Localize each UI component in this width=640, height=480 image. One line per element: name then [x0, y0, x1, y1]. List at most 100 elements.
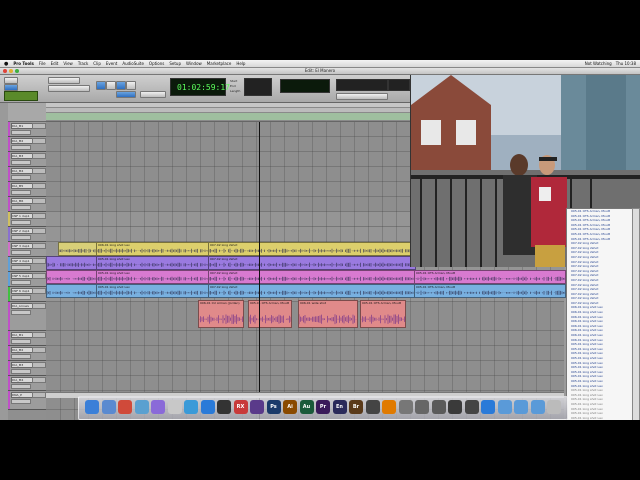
- track-name[interactable]: DNA_P: [11, 392, 33, 398]
- track-mute-solo-buttons[interactable]: [32, 138, 46, 144]
- track-mute-solo-buttons[interactable]: [32, 183, 46, 189]
- menu-window[interactable]: Window: [186, 61, 202, 66]
- clip-purple-a[interactable]: 005-01 long shot Lav: [96, 256, 210, 270]
- slip-mode-button[interactable]: [4, 84, 18, 91]
- track-name[interactable]: DIA_M1: [11, 123, 33, 129]
- preview-icon[interactable]: [134, 400, 149, 414]
- track-mute-solo-buttons[interactable]: [32, 198, 46, 204]
- track-header[interactable]: CNF 5 dup1: [8, 272, 46, 287]
- safari-icon[interactable]: [184, 400, 198, 414]
- track-playlist-selector[interactable]: [11, 190, 31, 195]
- edit-mode-buttons[interactable]: [116, 91, 136, 98]
- track-header[interactable]: DIA_M3: [8, 361, 46, 376]
- track-header[interactable]: DIA_M1: [8, 122, 46, 137]
- clip-pink-c[interactable]: 005-01 OTS Arman, Moutt: [414, 270, 566, 284]
- track-mute-solo-buttons[interactable]: [32, 347, 46, 353]
- zoom-window-icon[interactable]: [15, 69, 19, 73]
- track-playlist-selector[interactable]: [11, 354, 31, 359]
- disk-icon[interactable]: [431, 400, 446, 414]
- track-name[interactable]: DIA_M4: [11, 377, 33, 383]
- clip-red-a[interactable]: 006-01 CU Arman (Jordan): [198, 300, 244, 328]
- menu-view[interactable]: View: [63, 61, 73, 66]
- track-playlist-selector[interactable]: [11, 220, 31, 225]
- folder-icon-2[interactable]: [514, 400, 528, 414]
- trash-icon[interactable]: [547, 400, 561, 414]
- track-playlist-selector[interactable]: [11, 310, 31, 315]
- track-header[interactable]: DIA_M3: [8, 152, 46, 167]
- folder-icon-3[interactable]: [530, 400, 545, 414]
- track-playlist-selector[interactable]: [11, 130, 31, 135]
- track-playlist-selector[interactable]: [11, 339, 31, 344]
- main-counter[interactable]: 01:02:59:17: [170, 78, 230, 96]
- clip-list[interactable]: 005-01 OTS Arman, Moutt 005-01 OTS Arman,…: [566, 208, 634, 420]
- track-header[interactable]: CNF 1 dup1: [8, 212, 46, 227]
- mail-icon[interactable]: [101, 400, 116, 414]
- clip-blue-c[interactable]: 005-01 OTS Arman, Moutt: [414, 284, 566, 298]
- audition-icon[interactable]: Au: [299, 400, 314, 414]
- track-name[interactable]: DIA_M3: [11, 153, 33, 159]
- track-lane[interactable]: [46, 361, 564, 376]
- track-mute-solo-buttons[interactable]: [32, 273, 46, 279]
- track-header[interactable]: DIA_M1: [8, 331, 46, 346]
- camera-icon[interactable]: [448, 400, 462, 414]
- track-playlist-selector[interactable]: [11, 235, 31, 240]
- track-playlist-selector[interactable]: [11, 399, 31, 404]
- scanner-icon[interactable]: [415, 400, 429, 414]
- track-playlist-selector[interactable]: [11, 250, 31, 255]
- tool-buttons-row[interactable]: [140, 91, 166, 98]
- track-header[interactable]: DIA_M4: [8, 376, 46, 391]
- close-window-icon[interactable]: [3, 69, 7, 73]
- clip-yellow-b[interactable]: 007-02 long 2shot: [208, 242, 416, 256]
- menu-help[interactable]: Help: [236, 61, 245, 66]
- track-name[interactable]: DIA_Arrows: [11, 303, 33, 309]
- clip-yellow-a[interactable]: 006-01 long shot Lav: [96, 242, 210, 256]
- sub-counter[interactable]: [280, 79, 330, 93]
- track-mute-solo-buttons[interactable]: [32, 332, 46, 338]
- track-header[interactable]: CNF 4 dup1: [8, 257, 46, 272]
- track-name[interactable]: DIA_M1: [11, 332, 33, 338]
- clip-ruler[interactable]: [46, 113, 410, 121]
- menu-options[interactable]: Options: [149, 61, 164, 66]
- itunes-icon[interactable]: [151, 400, 165, 414]
- selector-tool-icon[interactable]: [106, 81, 116, 90]
- globe-icon[interactable]: [481, 400, 495, 414]
- clip-pink-b[interactable]: 007-02 long 2shot: [208, 270, 416, 284]
- track-playlist-selector[interactable]: [11, 384, 31, 389]
- track-header[interactable]: DIA_M6: [8, 197, 46, 212]
- menu-file[interactable]: File: [39, 61, 46, 66]
- status-text[interactable]: Not Watching: [585, 61, 612, 66]
- appstore-icon[interactable]: [200, 400, 215, 414]
- track-mute-solo-buttons[interactable]: [32, 288, 46, 294]
- menu-clip[interactable]: Clip: [93, 61, 101, 66]
- zoom-preset-buttons[interactable]: [48, 85, 90, 92]
- track-mute-solo-buttons[interactable]: [32, 123, 46, 129]
- protools-icon[interactable]: [217, 400, 231, 414]
- edit-window-titlebar[interactable]: Edit: El Manero: [0, 68, 640, 75]
- menu-edit[interactable]: Edit: [51, 61, 59, 66]
- track-header[interactable]: DIA_M2: [8, 346, 46, 361]
- track-header[interactable]: DIA_M2: [8, 137, 46, 152]
- track-name[interactable]: CNF 4 dup1: [11, 258, 33, 264]
- track-name[interactable]: CNF 1 dup1: [11, 213, 33, 219]
- zoom-buttons[interactable]: [48, 77, 80, 84]
- track-playlist-selector[interactable]: [11, 175, 31, 180]
- track-name[interactable]: CNF 6 dup1: [11, 288, 33, 294]
- track-mute-solo-buttons[interactable]: [32, 153, 46, 159]
- vlc-icon[interactable]: [382, 400, 396, 414]
- track-name[interactable]: DIA_M3: [11, 362, 33, 368]
- clip-red-b[interactable]: 005-01 OTS Arman, Moutt: [248, 300, 292, 328]
- apple-icon[interactable]: ●: [4, 61, 8, 67]
- utility-icon[interactable]: [398, 400, 413, 414]
- track-name[interactable]: DIA_M2: [11, 138, 33, 144]
- track-name[interactable]: CNF 5 dup1: [11, 273, 33, 279]
- track-header[interactable]: DNA_P: [8, 391, 46, 410]
- photoshop-icon[interactable]: Ps: [266, 400, 281, 414]
- track-lane[interactable]: [46, 376, 564, 391]
- transport-counter[interactable]: [388, 79, 410, 91]
- track-playlist-selector[interactable]: [11, 280, 31, 285]
- trim-tool-icon[interactable]: [96, 81, 106, 90]
- track-header[interactable]: DIA_M4: [8, 167, 46, 182]
- transport-buttons[interactable]: [336, 93, 388, 100]
- track-playlist-selector[interactable]: [11, 145, 31, 150]
- track-mute-solo-buttons[interactable]: [32, 213, 46, 219]
